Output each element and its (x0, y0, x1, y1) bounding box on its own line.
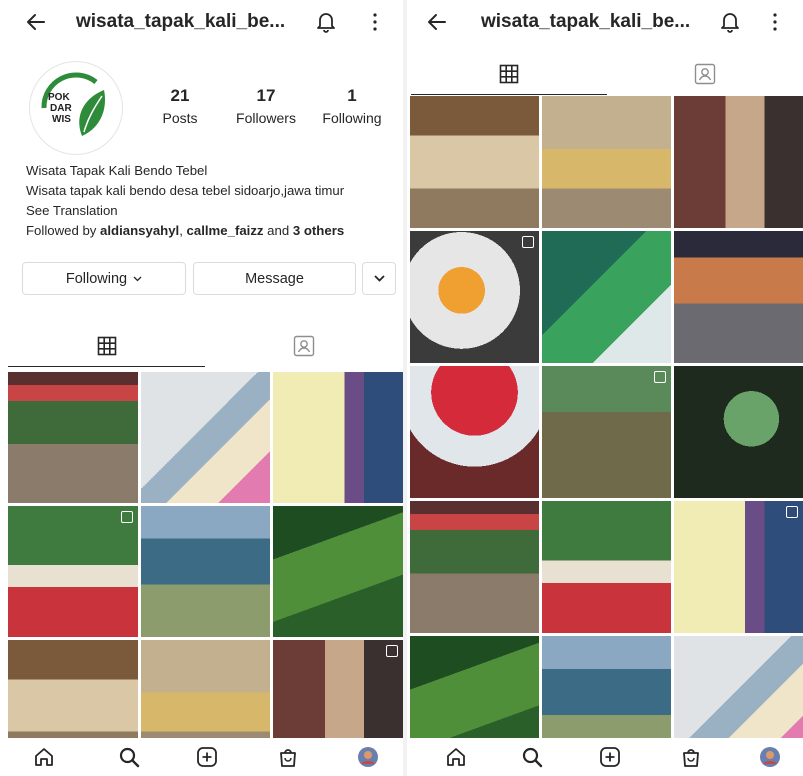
followed-others: 3 others (292, 223, 345, 238)
post-thumbnail[interactable] (8, 372, 138, 503)
bottom-nav (407, 738, 803, 776)
post-thumbnail[interactable] (273, 372, 403, 503)
post-thumbnail[interactable] (542, 231, 671, 363)
post-thumbnail[interactable] (410, 231, 539, 363)
shop-icon[interactable] (277, 746, 299, 768)
logo-text-line3: WIS (52, 114, 71, 125)
home-icon[interactable] (445, 746, 467, 768)
logo-text-line1: POK (48, 92, 70, 103)
followed-user-1: aldiansyahyl (100, 223, 180, 238)
post-thumbnail[interactable] (8, 506, 138, 637)
tab-grid[interactable] (411, 54, 607, 95)
posts-label: Posts (162, 110, 198, 126)
message-button[interactable]: Message (193, 262, 356, 295)
profile-description: Wisata tapak kali bendo desa tebel sidoa… (26, 183, 345, 198)
see-translation-link[interactable]: See Translation (26, 201, 396, 221)
multi-photo-icon (522, 236, 534, 248)
profile-avatar-icon[interactable] (759, 746, 781, 768)
message-button-label: Message (245, 270, 304, 287)
new-post-icon[interactable] (196, 746, 218, 768)
post-thumbnail[interactable] (140, 506, 271, 637)
profile-username: wisata_tapak_kali_be... (481, 11, 691, 32)
top-bar: wisata_tapak_kali_be... (407, 0, 803, 44)
profile-tabs (0, 326, 403, 367)
profile-display-name: Wisata Tapak Kali Bendo Tebel (26, 163, 208, 178)
post-thumbnail[interactable] (674, 501, 803, 633)
following-value: 1 (347, 86, 357, 105)
more-vertical-icon[interactable] (772, 13, 778, 31)
profile-bio: Wisata Tapak Kali Bendo Tebel Wisata tap… (26, 161, 396, 241)
post-grid (8, 372, 403, 771)
followed-by[interactable]: Followed by aldiansyahyl, callme_faizz a… (26, 221, 396, 241)
new-post-icon[interactable] (599, 746, 621, 768)
top-bar: wisata_tapak_kali_be... (0, 0, 403, 44)
profile-username: wisata_tapak_kali_be... (76, 11, 286, 32)
shop-icon[interactable] (680, 746, 702, 768)
left-profile-screen: wisata_tapak_kali_be... POK DAR WIS 21 P… (0, 0, 403, 776)
home-icon[interactable] (33, 746, 55, 768)
profile-avatar[interactable]: POK DAR WIS (30, 62, 122, 154)
profile-tabs (407, 54, 803, 95)
grid-icon (97, 336, 116, 356)
post-grid (410, 96, 803, 768)
tagged-person-icon (694, 63, 716, 85)
post-thumbnail[interactable] (140, 372, 271, 503)
bell-icon[interactable] (720, 11, 740, 33)
multi-photo-icon (120, 511, 133, 523)
tab-grid[interactable] (8, 326, 205, 367)
followers-count[interactable]: 17 Followers (226, 86, 306, 126)
post-thumbnail[interactable] (410, 366, 539, 498)
bell-icon[interactable] (316, 11, 336, 33)
post-thumbnail[interactable] (674, 231, 803, 363)
bottom-nav (0, 738, 403, 776)
followers-label: Followers (236, 110, 296, 126)
multi-photo-icon (654, 371, 666, 383)
followed-and: and (263, 223, 293, 238)
back-arrow-icon[interactable] (26, 12, 46, 32)
post-thumbnail[interactable] (273, 506, 403, 637)
post-thumbnail[interactable] (410, 96, 539, 228)
tab-tagged[interactable] (607, 54, 803, 94)
post-thumbnail[interactable] (410, 501, 539, 633)
tab-tagged[interactable] (205, 326, 403, 366)
multi-photo-icon (385, 645, 398, 657)
following-count[interactable]: 1 Following (312, 86, 392, 126)
posts-value: 21 (170, 86, 190, 105)
tagged-person-icon (293, 335, 315, 357)
followed-separator: , (179, 223, 187, 238)
followed-by-prefix: Followed by (26, 223, 101, 238)
suggested-accounts-button[interactable] (362, 262, 396, 295)
search-icon[interactable] (521, 746, 543, 768)
post-thumbnail[interactable] (542, 501, 671, 633)
profile-avatar-icon[interactable] (357, 746, 379, 768)
followers-value: 17 (256, 86, 276, 105)
pokdarwis-logo: POK DAR WIS (34, 66, 118, 150)
chevron-down-icon (373, 275, 385, 282)
search-icon[interactable] (118, 746, 140, 768)
grid-icon (499, 64, 519, 84)
followed-user-2: callme_faizz (186, 223, 264, 238)
multi-photo-icon (786, 506, 798, 518)
post-thumbnail[interactable] (542, 366, 671, 498)
following-label: Following (322, 110, 382, 126)
posts-count[interactable]: 21 Posts (140, 86, 220, 126)
post-thumbnail[interactable] (542, 96, 671, 228)
chevron-down-icon (133, 276, 142, 281)
right-profile-screen: wisata_tapak_kali_be... (407, 0, 803, 776)
post-thumbnail[interactable] (674, 96, 803, 228)
following-button[interactable]: Following (22, 262, 186, 295)
post-thumbnail[interactable] (674, 366, 803, 498)
back-arrow-icon[interactable] (427, 12, 447, 32)
more-vertical-icon[interactable] (372, 13, 378, 31)
following-button-label: Following (65, 270, 128, 287)
logo-text-line2: DAR (50, 103, 72, 114)
